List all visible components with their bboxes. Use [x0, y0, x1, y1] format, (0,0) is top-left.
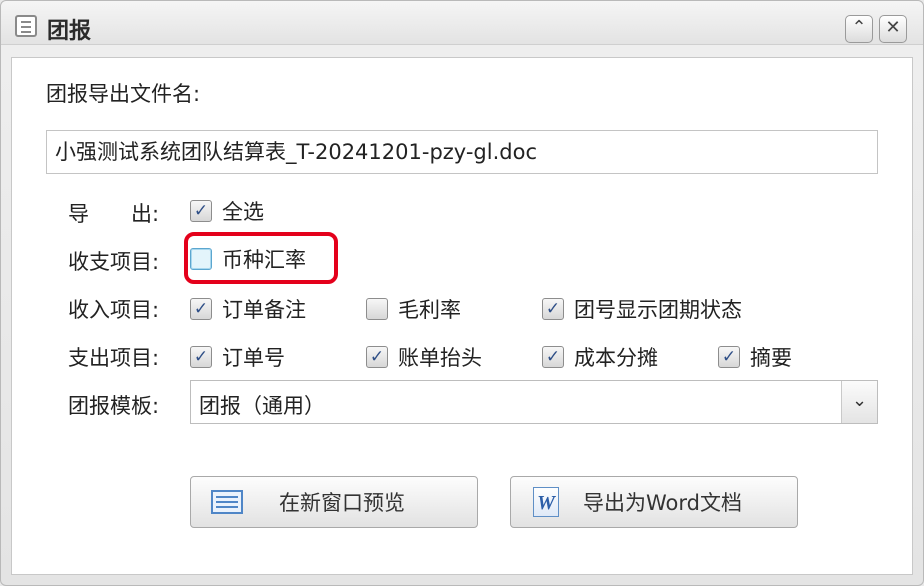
list-window-icon — [211, 490, 243, 514]
template-selected-value: 团报（通用） — [199, 394, 325, 418]
order-number-checkbox[interactable]: ✓ 订单号 — [190, 343, 285, 371]
checkbox-label: 成本分摊 — [574, 346, 658, 370]
expense-items-label: 支出项目: — [68, 346, 160, 370]
checkbox-label: 毛利率 — [398, 298, 461, 322]
word-document-icon: W — [533, 487, 559, 517]
export-word-button-label: 导出为Word文档 — [583, 491, 742, 515]
checkbox-checked-icon: ✓ — [190, 346, 212, 368]
order-remark-checkbox[interactable]: ✓ 订单备注 — [190, 295, 306, 323]
gross-margin-checkbox[interactable]: 毛利率 — [366, 295, 461, 323]
dialog-titlebar: 团报 ⌃ ✕ — [1, 1, 923, 45]
checkbox-checked-icon: ✓ — [190, 200, 212, 222]
checkbox-label: 订单备注 — [222, 298, 306, 322]
filename-input[interactable]: 小强测试系统团队结算表_T-20241201-pzy-gl.doc — [46, 130, 878, 174]
income-expense-label: 收支项目: — [68, 250, 160, 274]
checkbox-label: 全选 — [222, 200, 264, 224]
checkbox-label: 摘要 — [750, 346, 792, 370]
chevron-down-icon[interactable]: ⌄ — [841, 381, 877, 423]
bill-header-checkbox[interactable]: ✓ 账单抬头 — [366, 343, 482, 371]
checkbox-label: 币种汇率 — [222, 248, 306, 272]
collapse-button[interactable]: ⌃ — [845, 15, 873, 43]
currency-rate-checkbox[interactable]: 币种汇率 — [190, 245, 306, 273]
export-label: 导 出: — [68, 202, 160, 226]
summary-checkbox[interactable]: ✓ 摘要 — [718, 343, 792, 371]
checkbox-checked-icon: ✓ — [542, 298, 564, 320]
select-all-checkbox[interactable]: ✓ 全选 — [190, 197, 264, 225]
cost-allocation-checkbox[interactable]: ✓ 成本分摊 — [542, 343, 658, 371]
group-status-checkbox[interactable]: ✓ 团号显示团期状态 — [542, 295, 742, 323]
team-report-dialog: 团报 ⌃ ✕ 团报导出文件名: 小强测试系统团队结算表_T-20241201-p… — [0, 0, 924, 586]
template-label: 团报模板: — [68, 394, 160, 418]
preview-button-label: 在新窗口预览 — [279, 491, 405, 515]
checkbox-checked-icon: ✓ — [190, 298, 212, 320]
checkbox-checked-icon: ✓ — [718, 346, 740, 368]
close-icon: ✕ — [885, 17, 901, 38]
export-word-button[interactable]: W 导出为Word文档 — [510, 476, 798, 528]
preview-new-window-button[interactable]: 在新窗口预览 — [190, 476, 478, 528]
checkbox-checked-icon: ✓ — [366, 346, 388, 368]
checkbox-checked-icon: ✓ — [542, 346, 564, 368]
template-select[interactable]: 团报（通用） ⌄ — [190, 380, 878, 424]
income-items-label: 收入项目: — [68, 298, 160, 322]
document-list-icon — [15, 15, 37, 37]
checkbox-label: 团号显示团期状态 — [574, 298, 742, 322]
checkbox-unchecked-icon — [190, 248, 212, 270]
double-chevron-up-icon: ⌃ — [851, 17, 867, 38]
dialog-body: 团报导出文件名: 小强测试系统团队结算表_T-20241201-pzy-gl.d… — [11, 57, 913, 575]
checkbox-label: 账单抬头 — [398, 346, 482, 370]
checkbox-label: 订单号 — [222, 346, 285, 370]
close-button[interactable]: ✕ — [879, 15, 907, 43]
dialog-title: 团报 — [47, 19, 92, 44]
checkbox-unchecked-icon — [366, 298, 388, 320]
filename-label: 团报导出文件名: — [46, 82, 201, 106]
